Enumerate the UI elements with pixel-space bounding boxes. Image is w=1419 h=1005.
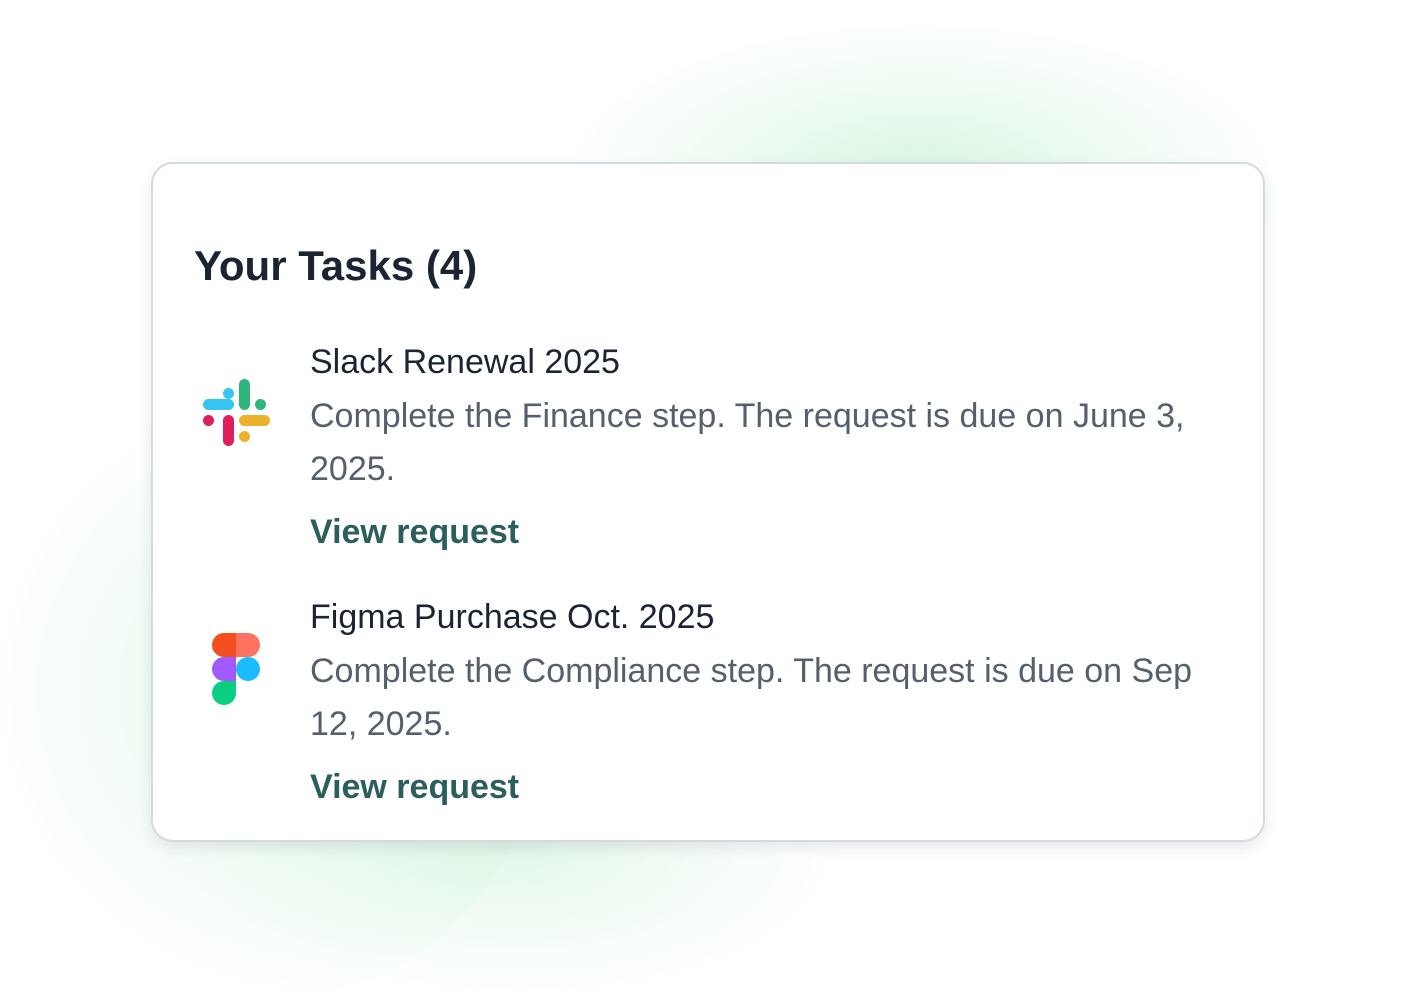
task-description: Complete the Finance step. The request i… xyxy=(310,397,1185,488)
task-name: Slack Renewal 2025 xyxy=(310,343,620,381)
slack-logo-icon xyxy=(203,379,270,446)
view-request-link[interactable]: View request xyxy=(310,765,519,809)
tasks-card: Your Tasks (4) Slack Renewal 2025 Comple… xyxy=(151,162,1265,842)
tasks-title: Your Tasks (4) xyxy=(194,242,478,289)
view-request-link[interactable]: View request xyxy=(310,510,519,554)
page: Your Tasks (4) Slack Renewal 2025 Comple… xyxy=(0,0,1419,1005)
task-name: Figma Purchase Oct. 2025 xyxy=(310,598,715,636)
figma-logo-icon xyxy=(212,633,260,705)
task-description: Complete the Compliance step. The reques… xyxy=(310,652,1193,743)
